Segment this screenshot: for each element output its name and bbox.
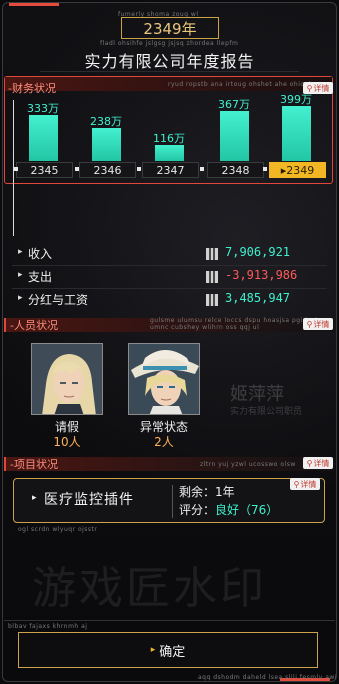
project-remaining: 剩余：1年	[179, 483, 235, 500]
stat-row: ▸ 支出 -3,913,986	[18, 268, 318, 288]
people-small-text-2: umnc cubshey wlihrn oss qqj ul	[150, 324, 260, 331]
portrait-leave[interactable]	[31, 343, 103, 415]
project-score: 评分：良好（76）	[179, 501, 278, 518]
project-card-detail-label: 详情	[300, 479, 317, 489]
finance-bar-chart: 333万 2345 238万 2346 116万 2347 367万 2348 399万 ▸234…	[0, 0, 339, 200]
qr-code-icon	[206, 248, 218, 260]
bar-2348	[220, 111, 249, 161]
score-label: 评分：	[179, 503, 216, 517]
timeline-tick	[137, 167, 141, 171]
qr-code-icon	[206, 271, 218, 283]
caret-right-icon: ▸	[32, 493, 37, 503]
caret-right-icon: ▸	[150, 645, 156, 655]
background-subtitle: 实力有限公司职员	[230, 407, 303, 417]
confirm-button[interactable]: ▸ 确定	[18, 632, 318, 668]
people-label: -人员状况	[10, 319, 58, 332]
year-tab-2348[interactable]: 2348	[207, 162, 264, 178]
stat-separator	[12, 288, 327, 289]
remaining-label: 剩余：	[179, 485, 216, 499]
score-value: 良好（76）	[215, 503, 279, 517]
year-tab-2345[interactable]: 2345	[16, 162, 73, 178]
project-detail-label: 详情	[313, 458, 330, 468]
stat-value: -3,913,986	[225, 268, 298, 282]
timeline-tick	[263, 167, 267, 171]
watermark: 游戏匠水印	[32, 563, 267, 614]
stat-row: ▸ 收入 7,906,921	[18, 245, 318, 265]
bar-2349	[282, 106, 311, 161]
project-small-under: ogl scrdn wlyuqr ojsstr	[18, 526, 98, 533]
people-detail-button[interactable]: ⚲ 详情	[303, 318, 333, 330]
search-icon: ⚲	[306, 319, 313, 329]
leave-count: 10人	[53, 435, 81, 449]
remaining-value: 1年	[215, 485, 235, 499]
project-card[interactable]: ▸ 医疗监控插件 剩余：1年 评分：良好（76） ⚲ 详情	[13, 478, 325, 523]
project-card-divider	[172, 485, 173, 518]
people-detail-label: 详情	[313, 319, 330, 329]
caret-right-icon: ▸	[18, 270, 23, 280]
character-portrait-icon	[129, 344, 199, 414]
timeline-tick	[200, 167, 204, 171]
footer-small-right: aqq dshodm daheld lsea slili fesmly awi	[198, 674, 337, 681]
bar-2345	[29, 115, 58, 161]
character-portrait-icon	[32, 344, 102, 414]
confirm-label: 确定	[159, 644, 186, 660]
footer-small-left: blbav fajaxs khrnmh aj	[8, 623, 88, 630]
stat-name: 收入	[28, 247, 53, 261]
bar-value-label: 367万	[218, 98, 250, 111]
background-name: 姬萍萍	[230, 384, 284, 405]
search-icon: ⚲	[293, 479, 300, 489]
caret-right-icon: ▸	[18, 293, 23, 303]
stat-name: 支出	[28, 270, 53, 284]
bar-value-label: 333万	[27, 102, 59, 115]
project-name: 医疗监控插件	[44, 492, 134, 508]
bar-2347	[155, 145, 184, 161]
project-card-detail-button[interactable]: ⚲ 详情	[290, 478, 320, 490]
year-tab-2346[interactable]: 2346	[79, 162, 136, 178]
stat-value: 3,485,947	[225, 291, 291, 305]
bar-value-label: 116万	[153, 132, 185, 145]
people-section-header: -人员状况	[8, 318, 58, 332]
abnormal-count: 2人	[154, 435, 174, 449]
year-tab-2347[interactable]: 2347	[142, 162, 199, 178]
search-icon: ⚲	[306, 458, 313, 468]
project-detail-button[interactable]: ⚲ 详情	[303, 457, 333, 469]
stat-value: 7,906,921	[225, 245, 291, 259]
project-label: -项目状况	[10, 458, 58, 471]
timeline-tick	[14, 167, 18, 171]
stat-separator	[12, 265, 327, 266]
timeline-tick	[75, 167, 79, 171]
stat-name: 分红与工资	[28, 293, 89, 307]
project-section-header: -项目状况	[8, 457, 58, 471]
bar-value-label: 399万	[280, 93, 312, 106]
bar-2346	[92, 128, 121, 161]
portrait-abnormal[interactable]	[128, 343, 200, 415]
qr-code-icon	[206, 294, 218, 306]
stat-row: ▸ 分红与工资 3,485,947	[18, 291, 318, 311]
caret-right-icon: ▸	[18, 247, 23, 257]
project-small-text: zltrn yuj yzwl ucosswo olsw	[200, 461, 296, 468]
year-tab-2349[interactable]: ▸2349	[269, 162, 326, 178]
bar-value-label: 238万	[90, 115, 122, 128]
